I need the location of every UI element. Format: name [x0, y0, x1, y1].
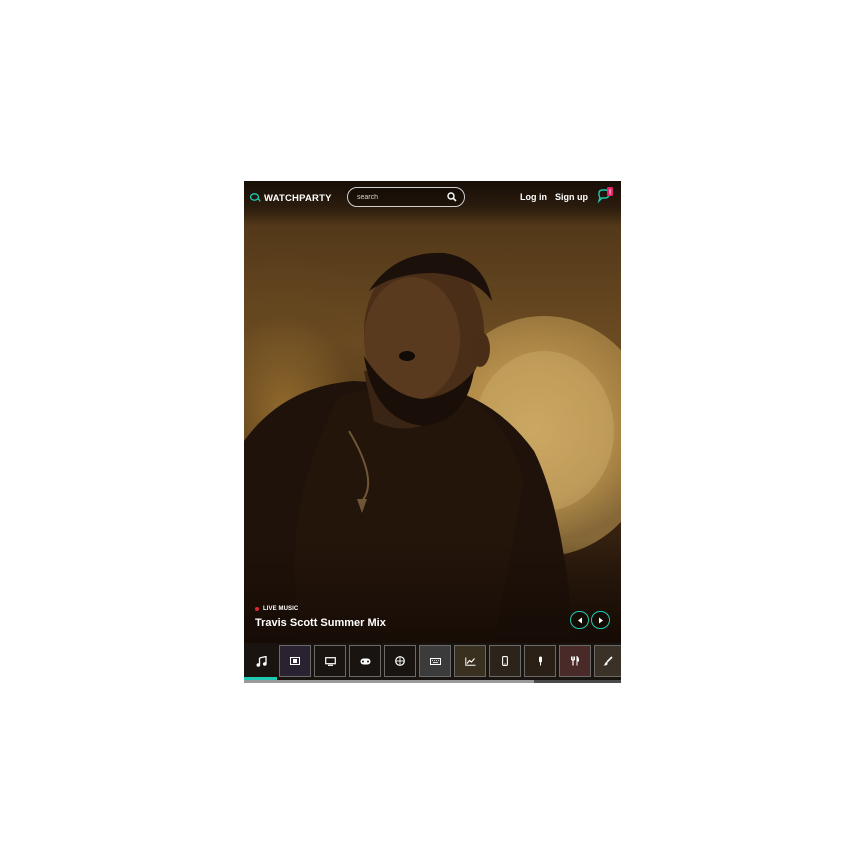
live-category: LIVE MUSIC	[255, 606, 298, 612]
search-icon[interactable]	[447, 192, 457, 202]
film-icon	[290, 657, 300, 665]
category-art[interactable]	[594, 645, 621, 677]
now-playing-title: Travis Scott Summer Mix	[255, 617, 386, 629]
category-movies[interactable]	[279, 645, 311, 677]
login-link[interactable]: Log in	[520, 192, 547, 202]
category-music[interactable]	[245, 645, 277, 677]
basketball-icon	[395, 656, 405, 666]
category-scrollbar[interactable]	[244, 680, 621, 683]
chat-bubbles-logo-icon	[250, 193, 261, 202]
category-tv[interactable]	[314, 645, 346, 677]
category-food[interactable]	[559, 645, 591, 677]
live-indicator-dot	[255, 607, 259, 611]
category-tech[interactable]	[419, 645, 451, 677]
signup-link[interactable]: Sign up	[555, 192, 588, 202]
paintbrush-icon	[603, 656, 613, 666]
live-category-label: LIVE MUSIC	[263, 606, 299, 612]
category-finance[interactable]	[454, 645, 486, 677]
next-button[interactable]	[591, 611, 610, 629]
chat-notification-button[interactable]: !	[596, 187, 616, 205]
chat-bubble-icon: !	[597, 187, 613, 204]
microphone-icon	[538, 656, 542, 666]
chart-icon	[464, 657, 475, 666]
search-input[interactable]	[357, 191, 441, 203]
watchparty-logo[interactable]: WATCHPARTY	[250, 190, 332, 206]
carousel-arrows	[570, 611, 610, 629]
keyboard-icon	[429, 657, 441, 665]
video-player[interactable]	[244, 181, 621, 643]
category-sports[interactable]	[384, 645, 416, 677]
category-gaming[interactable]	[349, 645, 381, 677]
logo-text: WATCHPARTY	[264, 192, 332, 204]
category-podcast[interactable]	[524, 645, 556, 677]
utensils-icon	[571, 656, 579, 666]
tv-icon	[324, 656, 336, 666]
previous-button[interactable]	[570, 611, 589, 629]
phone-icon	[502, 656, 508, 666]
watchparty-app: WATCHPARTY Log in Sign up ! LIVE MUSIC T…	[244, 181, 621, 683]
category-scrollbar-thumb[interactable]	[244, 680, 534, 683]
music-note-icon	[256, 655, 267, 667]
category-strip	[244, 643, 621, 683]
triangle-left-icon	[577, 617, 582, 623]
category-mobile[interactable]	[489, 645, 521, 677]
notification-badge-text: !	[609, 190, 611, 197]
triangle-right-icon	[598, 617, 603, 623]
gamepad-icon	[360, 658, 370, 664]
search-box[interactable]	[347, 187, 465, 207]
